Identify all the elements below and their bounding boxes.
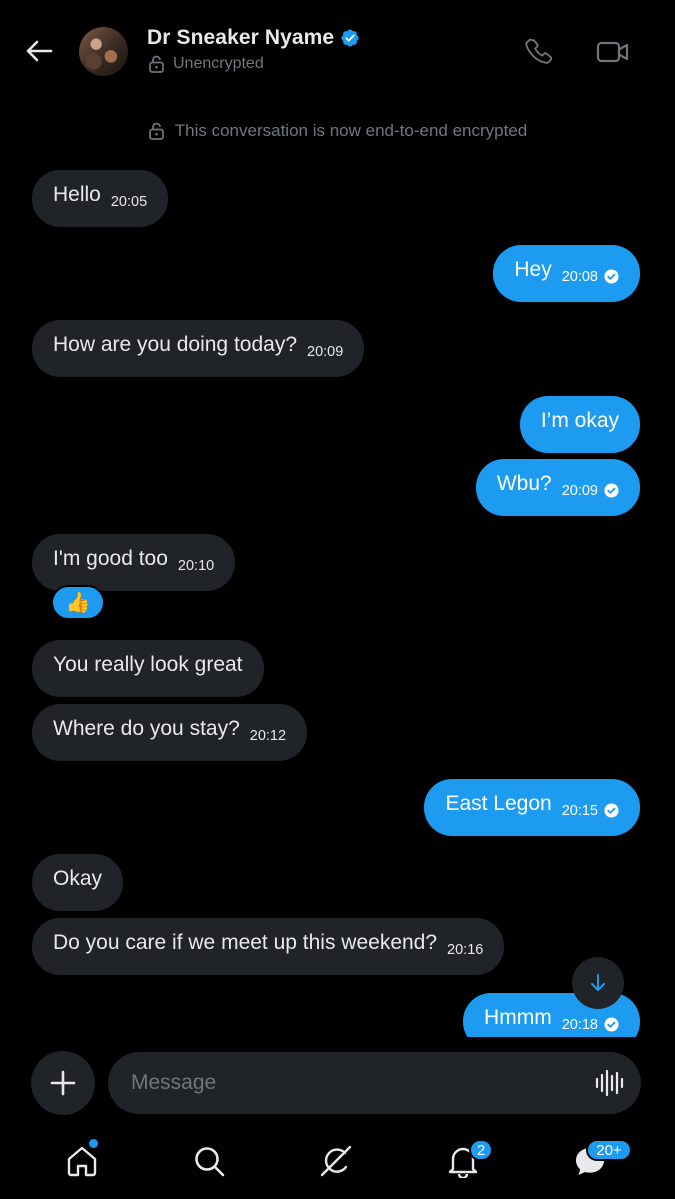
encryption-notice: This conversation is now end-to-end encr… <box>0 121 675 141</box>
plus-icon <box>50 1070 76 1096</box>
messages-badge: 20+ <box>586 1139 632 1161</box>
message-text: East Legon <box>445 791 552 815</box>
chat-header: Dr Sneaker Nyame Unencrypted <box>0 0 675 100</box>
message-bubble[interactable]: Where do you stay? 20:12 <box>32 704 308 761</box>
message-time: 20:08 <box>561 268 598 285</box>
home-icon <box>67 1146 97 1177</box>
message-time: 20:09 <box>307 343 344 360</box>
message-time: 20:18 <box>561 1016 598 1033</box>
message-bubble[interactable]: Wbu? 20:09 <box>475 459 640 516</box>
thumbs-up-icon: 👍 <box>65 592 91 614</box>
message-bubble[interactable]: Hey 20:08 <box>493 245 640 302</box>
message-time: 20:09 <box>561 482 598 499</box>
nav-search[interactable] <box>191 1143 227 1179</box>
message-time: 20:12 <box>249 727 287 744</box>
lock-icon <box>148 122 164 140</box>
message-text: I’m okay <box>540 408 619 432</box>
message-bubble[interactable]: Do you care if we meet up this weekend? … <box>32 918 505 975</box>
scroll-to-bottom-button[interactable] <box>572 957 624 1009</box>
message-text: Okay <box>53 866 103 890</box>
voice-waveform-icon[interactable] <box>594 1069 624 1097</box>
message-bubble[interactable]: Okay <box>32 854 124 911</box>
message-input[interactable] <box>108 1052 641 1114</box>
back-arrow-icon <box>26 40 53 62</box>
home-notification-dot <box>89 1139 98 1148</box>
message-text: Where do you stay? <box>53 716 240 740</box>
contact-name: Dr Sneaker Nyame <box>147 26 335 49</box>
encryption-status: Unencrypted <box>148 55 264 73</box>
search-icon <box>195 1147 225 1177</box>
message-text: Wbu? <box>496 471 552 495</box>
back-button[interactable] <box>22 34 56 68</box>
status-label: Unencrypted <box>173 55 264 72</box>
message-bubble[interactable]: I'm good too 20:10 <box>32 534 236 591</box>
check-circle-icon <box>604 483 619 498</box>
arrow-down-icon <box>591 974 605 991</box>
message-time: 20:10 <box>177 557 215 574</box>
contact-name-row[interactable]: Dr Sneaker Nyame <box>147 26 360 50</box>
nav-grok[interactable] <box>318 1143 354 1179</box>
message-text: Hey <box>514 257 552 281</box>
avatar[interactable] <box>79 27 128 76</box>
check-circle-icon <box>604 1017 619 1032</box>
message-time: 20:15 <box>561 802 598 819</box>
message-time: 20:05 <box>110 193 148 210</box>
message-text: Hmmm <box>484 1005 552 1029</box>
message-text: Hello <box>53 182 101 206</box>
message-text: How are you doing today? <box>53 332 297 356</box>
grok-icon <box>320 1145 352 1177</box>
message-bubble[interactable]: You really look great <box>32 640 264 697</box>
notifications-badge: 2 <box>469 1139 493 1161</box>
phone-icon[interactable] <box>523 36 555 68</box>
reaction-badge[interactable]: 👍 <box>51 585 105 620</box>
verified-badge-icon <box>341 29 359 47</box>
message-text: Do you care if we meet up this weekend? <box>53 930 438 954</box>
message-bubble[interactable]: I’m okay <box>519 396 640 453</box>
message-text: You really look great <box>53 652 243 676</box>
lock-icon <box>149 55 164 73</box>
nav-home[interactable] <box>64 1143 100 1179</box>
message-bubble[interactable]: East Legon 20:15 <box>424 779 640 836</box>
message-time: 20:16 <box>447 941 484 958</box>
message-text: I'm good too <box>53 546 168 570</box>
message-bubble[interactable]: Hello 20:05 <box>32 170 169 227</box>
video-camera-icon[interactable] <box>596 36 630 68</box>
add-attachment-button[interactable] <box>31 1051 95 1115</box>
check-circle-icon <box>604 269 619 284</box>
check-circle-icon <box>604 803 619 818</box>
message-bubble[interactable]: How are you doing today? 20:09 <box>32 320 365 377</box>
encryption-notice-text: This conversation is now end-to-end encr… <box>174 121 528 140</box>
